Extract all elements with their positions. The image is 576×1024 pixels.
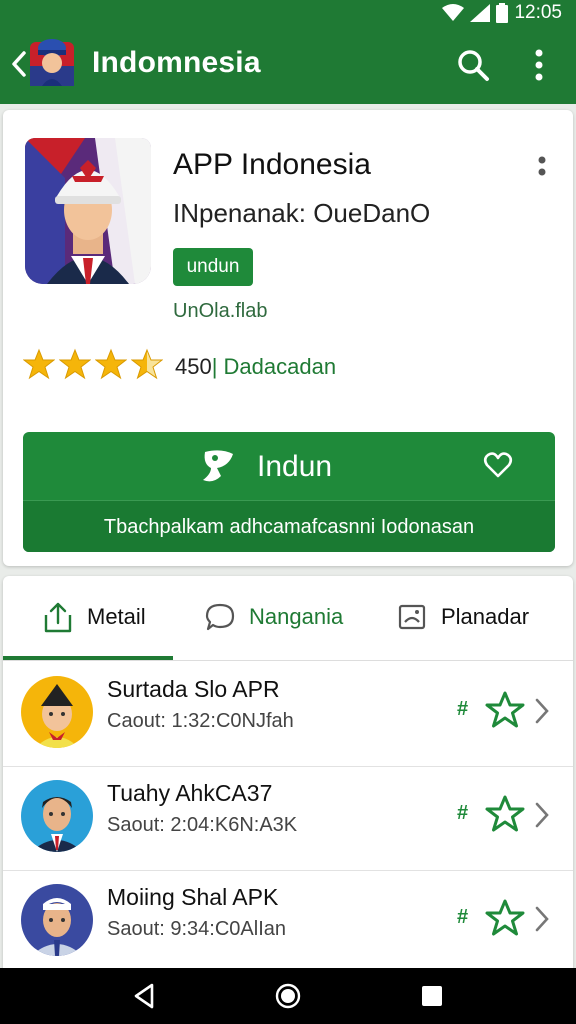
- favorite-star-icon[interactable]: [485, 690, 525, 730]
- app-badge[interactable]: undun: [173, 248, 253, 286]
- install-button-main[interactable]: Indun: [23, 432, 555, 500]
- install-label: Indun: [257, 450, 333, 483]
- nav-back-icon[interactable]: [130, 982, 158, 1010]
- list-item-title: Tuahy AhkCA37: [107, 780, 273, 806]
- star-icon: [23, 348, 55, 380]
- app-detail-card: APP Indonesia INpenanak: OueDanO undun U…: [3, 110, 573, 566]
- app-bar-avatar: [30, 39, 74, 86]
- tab-label: Nangania: [249, 604, 344, 629]
- status-time: 12:05: [514, 2, 562, 23]
- list-item-tag: #: [457, 906, 469, 928]
- app-category: | Dadacadan: [211, 354, 337, 379]
- active-tab-indicator: [3, 656, 173, 660]
- content-panel: Metail Nangania Planadar Surtada Slo APR…: [3, 576, 573, 970]
- star-icon: [95, 348, 127, 380]
- search-icon[interactable]: [456, 48, 490, 82]
- install-note: Tbachpalkam adhcamafcasnni Iodonasan: [23, 500, 555, 552]
- list-item[interactable]: Surtada Slo APR Caout: 1:32:C0NJfah #: [3, 662, 573, 767]
- app-developer: INpenanak: OueDanO: [173, 198, 431, 228]
- app-icon: [25, 138, 151, 284]
- app-name: APP Indonesia: [173, 148, 371, 181]
- list-item-subtitle: Saout: 2:04:K6N:A3K: [107, 814, 298, 836]
- tab-metail[interactable]: Metail: [43, 576, 146, 658]
- rating-row: 450| Dadacadan: [175, 354, 336, 380]
- back-arrow-icon[interactable]: [8, 49, 30, 79]
- wifi-icon: [442, 4, 465, 21]
- favorite-star-icon[interactable]: [485, 794, 525, 834]
- wishlist-heart-icon[interactable]: [483, 450, 513, 480]
- share-icon: [44, 602, 72, 633]
- list-item[interactable]: Moiing Shal APK Saout: 9:34:C0AlIan #: [3, 870, 573, 974]
- tab-planadar[interactable]: Planadar: [397, 576, 529, 658]
- rating-stars: [23, 348, 163, 380]
- system-nav-bar: [0, 968, 576, 1024]
- chevron-right-icon[interactable]: [533, 696, 551, 726]
- status-bar: 12:05: [0, 0, 576, 24]
- image-frame-icon: [398, 604, 426, 630]
- favorite-star-icon[interactable]: [485, 898, 525, 938]
- tab-label: Metail: [87, 604, 146, 629]
- more-vert-icon[interactable]: [528, 48, 550, 82]
- cell-signal-icon: [470, 4, 491, 22]
- nav-home-icon[interactable]: [274, 982, 302, 1010]
- battery-icon: [496, 3, 509, 23]
- avatar: [21, 884, 93, 956]
- list-item-title: Surtada Slo APR: [107, 676, 280, 702]
- avatar: [21, 780, 93, 852]
- list-item-subtitle: Caout: 1:32:C0NJfah: [107, 710, 294, 732]
- tab-label: Planadar: [441, 604, 530, 629]
- tab-nangania[interactable]: Nangania: [205, 576, 343, 658]
- star-icon: [59, 348, 91, 380]
- app-bar: Indomnesia: [0, 24, 576, 104]
- chevron-right-icon[interactable]: [533, 800, 551, 830]
- rating-count: 450: [175, 354, 212, 379]
- star-icon: [131, 348, 163, 380]
- list-item-tag: #: [457, 698, 469, 720]
- app-bar-title: Indomnesia: [92, 46, 261, 79]
- list-item[interactable]: Tuahy AhkCA37 Saout: 2:04:K6N:A3K #: [3, 766, 573, 871]
- nav-recents-icon[interactable]: [418, 982, 446, 1010]
- card-menu-icon[interactable]: [535, 154, 549, 178]
- chat-bubble-icon: [205, 603, 235, 631]
- list-item-title: Moiing Shal APK: [107, 884, 279, 910]
- list-item-tag: #: [457, 802, 469, 824]
- avatar: [21, 676, 93, 748]
- tab-bar: Metail Nangania Planadar: [3, 576, 573, 661]
- chevron-right-icon[interactable]: [533, 904, 551, 934]
- app-sublink[interactable]: UnOla.flab: [173, 300, 268, 323]
- download-icon: [203, 450, 233, 482]
- install-button[interactable]: Indun Tbachpalkam adhcamafcasnni Iodonas…: [23, 432, 555, 552]
- list-item-subtitle: Saout: 9:34:C0AlIan: [107, 918, 287, 940]
